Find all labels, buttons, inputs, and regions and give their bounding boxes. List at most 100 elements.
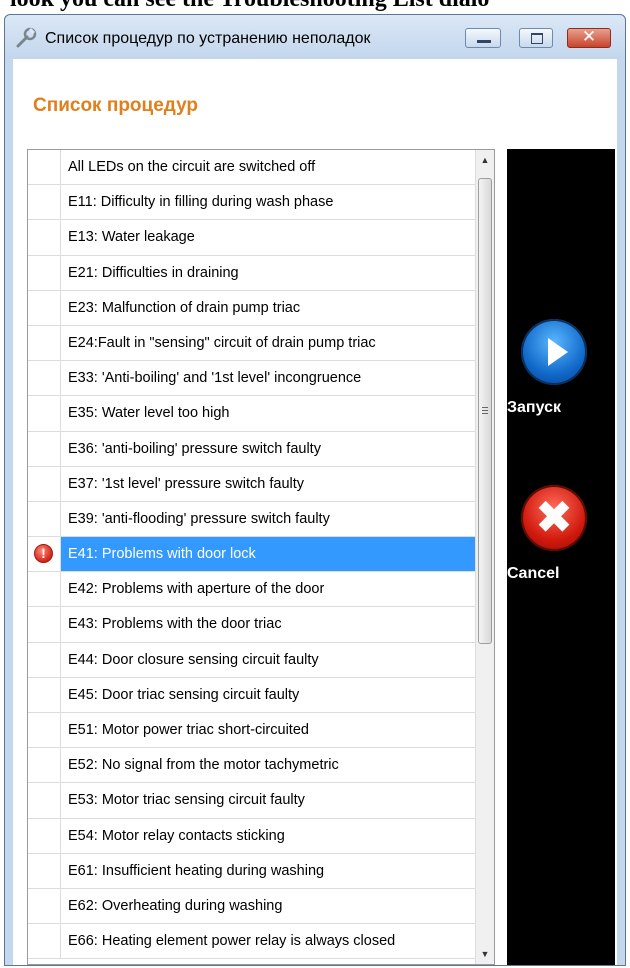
row-status-cell: [28, 325, 61, 361]
list-item-label: E51: Motor power triac short-circuited: [68, 722, 309, 738]
scroll-down-icon[interactable]: ▼: [476, 945, 494, 963]
row-status-cell: [28, 290, 61, 325]
cancel-button-label: Cancel: [507, 565, 560, 582]
list-item[interactable]: E44: Door closure sensing circuit faulty: [28, 642, 475, 678]
row-status-cell: [28, 396, 61, 431]
caption-text: look you can see the Troubleshooting Lis…: [10, 0, 489, 13]
list-item[interactable]: E33: 'Anti-boiling' and '1st level' inco…: [28, 361, 475, 397]
list-item-label: E61: Insufficient heating during washing: [68, 862, 325, 879]
row-status-cell: [28, 431, 61, 466]
window-title: Список процедур по устранению неполадок: [45, 30, 371, 47]
list-item-label: E24:Fault in "sensing" circuit of drain …: [68, 334, 376, 351]
title-bar[interactable]: Список процедур по устранению неполадок …: [5, 15, 625, 59]
close-button[interactable]: ✕: [567, 27, 611, 48]
row-status-cell: [28, 783, 61, 818]
grip-line: [482, 410, 488, 411]
row-status-cell: [28, 818, 61, 853]
list-item[interactable]: E13: Water leakage: [28, 220, 475, 256]
row-status-cell: [28, 713, 61, 748]
row-status-cell: [28, 255, 61, 290]
list-item[interactable]: E39: 'anti-flooding' pressure switch fau…: [28, 501, 475, 538]
cancel-icon: ✖: [521, 485, 587, 551]
list-item[interactable]: E66: Heating element power relay is alwa…: [28, 924, 475, 960]
list-item-label: E52: No signal from the motor tachymetri…: [68, 757, 339, 774]
run-button-label: Запуск: [507, 399, 561, 416]
minimize-button[interactable]: [465, 28, 501, 48]
list-item[interactable]: E23: Malfunction of drain pump triac: [28, 290, 475, 326]
list-item-label: E44: Door closure sensing circuit faulty: [68, 651, 319, 668]
list-item[interactable]: E21: Difficulties in draining: [28, 255, 475, 291]
list-item-label: E33: 'Anti-boiling' and '1st level' inco…: [68, 370, 362, 387]
list-item[interactable]: E45: Door triac sensing circuit faulty: [28, 677, 475, 713]
row-status-cell: [28, 748, 61, 783]
cancel-button[interactable]: ✖ Cancel: [507, 485, 615, 605]
list-item[interactable]: E11: Difficulty in filling during wash p…: [28, 185, 475, 221]
list-item[interactable]: E24:Fault in "sensing" circuit of drain …: [28, 325, 475, 362]
close-icon: ✕: [581, 27, 597, 46]
list-rows: All LEDs on the circuit are switched off…: [28, 150, 475, 960]
list-item[interactable]: E62: Overheating during washing: [28, 888, 475, 925]
list-item-label: E43: Problems with the door triac: [68, 616, 282, 633]
row-status-cell: [28, 150, 61, 185]
list-item[interactable]: E43: Problems with the door triac: [28, 607, 475, 643]
list-item-label: E53: Motor triac sensing circuit faulty: [68, 792, 305, 809]
list-item-label: E42: Problems with aperture of the door: [68, 581, 325, 598]
grip-line: [482, 407, 488, 408]
list-item-label: E45: Door triac sensing circuit faulty: [68, 686, 300, 703]
list-item-label: E41: Problems with door lock: [68, 546, 256, 563]
grip-line: [482, 413, 488, 414]
list-item[interactable]: E36: 'anti-boiling' pressure switch faul…: [28, 431, 475, 467]
maximize-button[interactable]: [519, 28, 553, 48]
list-item[interactable]: E54: Motor relay contacts sticking: [28, 818, 475, 854]
list-item-label: E54: Motor relay contacts sticking: [68, 827, 285, 844]
list-item-label: E23: Malfunction of drain pump triac: [68, 299, 301, 316]
list-item[interactable]: E51: Motor power triac short-circuited: [28, 713, 475, 749]
row-status-cell: [28, 220, 61, 255]
play-icon: [521, 319, 587, 385]
row-status-cell: [28, 185, 61, 220]
maximize-icon: [531, 33, 543, 44]
list-item-label: E21: Difficulties in draining: [68, 264, 239, 281]
list-item[interactable]: E42: Problems with aperture of the door: [28, 572, 475, 608]
dialog-body: Список процедур All LEDs on the circuit …: [13, 59, 617, 965]
error-icon: !: [34, 544, 53, 564]
list-item-label: E66: Heating element power relay is alwa…: [68, 933, 396, 950]
row-status-cell: [28, 572, 61, 607]
list-item-label: E11: Difficulty in filling during wash p…: [68, 194, 334, 211]
action-panel: Запуск ✖ Cancel: [507, 149, 615, 965]
list-item[interactable]: E35: Water level too high: [28, 396, 475, 432]
wrench-icon: [16, 27, 37, 48]
row-status-cell: [28, 466, 61, 501]
list-item[interactable]: E52: No signal from the motor tachymetri…: [28, 748, 475, 784]
row-status-cell: [28, 888, 61, 924]
list-item[interactable]: All LEDs on the circuit are switched off: [28, 150, 475, 186]
minimize-icon: [477, 40, 491, 43]
row-status-cell: [28, 642, 61, 677]
procedures-list[interactable]: All LEDs on the circuit are switched off…: [27, 149, 495, 965]
list-item-selected[interactable]: ! E41: Problems with door lock: [28, 537, 475, 573]
list-item-label: E37: '1st level' pressure switch faulty: [68, 475, 305, 492]
vertical-scrollbar[interactable]: ▲ ▼: [475, 150, 494, 964]
row-status-cell: [28, 501, 61, 537]
scroll-thumb[interactable]: [478, 178, 492, 644]
document-caption-fragment: look you can see the Troubleshooting Lis…: [0, 0, 630, 14]
row-status-cell: [28, 677, 61, 712]
row-status-cell: [28, 924, 61, 959]
list-item-label: E36: 'anti-boiling' pressure switch faul…: [68, 440, 321, 457]
list-item[interactable]: E61: Insufficient heating during washing: [28, 853, 475, 889]
run-button[interactable]: Запуск: [507, 319, 615, 439]
row-status-cell: [28, 853, 61, 888]
scroll-up-icon[interactable]: ▲: [476, 151, 494, 169]
row-status-cell: !: [28, 537, 61, 572]
troubleshooting-dialog: Список процедур по устранению неполадок …: [4, 14, 626, 966]
list-item-label: E62: Overheating during washing: [68, 897, 283, 914]
procedures-heading: Список процедур: [33, 95, 198, 116]
list-item-label: All LEDs on the circuit are switched off: [68, 159, 316, 175]
list-item-label: E35: Water level too high: [68, 405, 230, 422]
row-status-cell: [28, 607, 61, 642]
list-item-label: E39: 'anti-flooding' pressure switch fau…: [68, 510, 330, 527]
row-status-cell: [28, 361, 61, 396]
list-item-label: E13: Water leakage: [68, 229, 195, 246]
list-item[interactable]: E53: Motor triac sensing circuit faulty: [28, 783, 475, 819]
list-item[interactable]: E37: '1st level' pressure switch faulty: [28, 466, 475, 502]
